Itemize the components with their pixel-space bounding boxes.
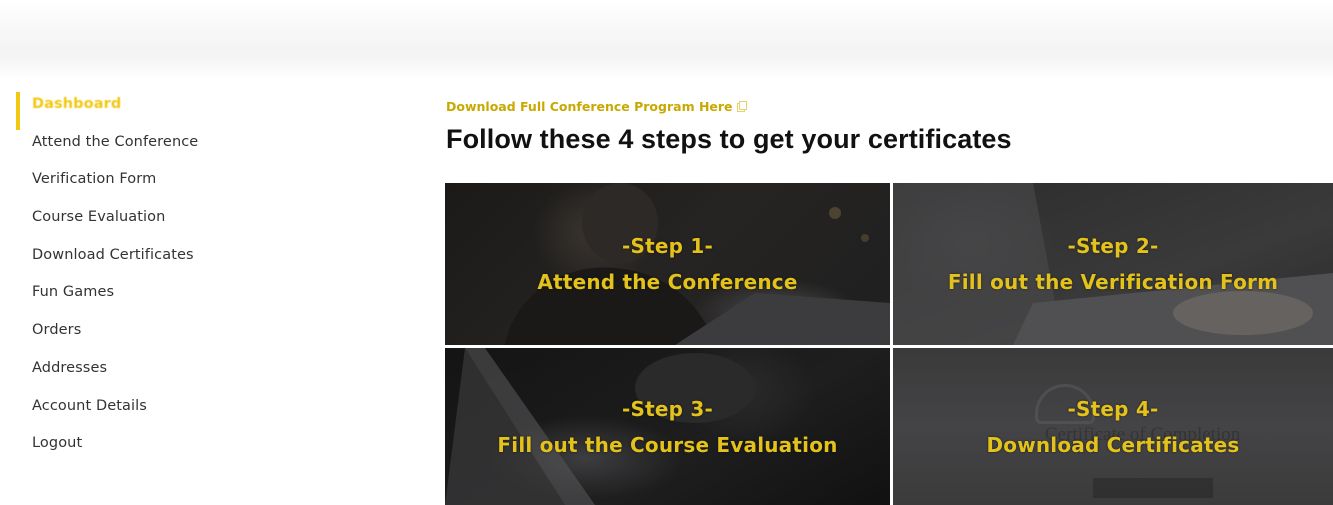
sidebar-item-label: Attend the Conference xyxy=(32,133,199,150)
sidebar-item-label: Download Certificates xyxy=(32,246,194,263)
main-content: Download Full Conference Program Here Fo… xyxy=(446,96,1012,155)
sidebar-item-addresses[interactable]: Addresses xyxy=(16,356,246,394)
sidebar-item-label: Logout xyxy=(32,435,83,452)
steps-grid: -Step 1- Attend the Conference -Step 2- … xyxy=(445,183,1333,505)
sidebar-item-label: Verification Form xyxy=(32,171,157,188)
step-4-label: -Step 4- xyxy=(1067,396,1159,421)
step-1-tile[interactable]: -Step 1- Attend the Conference xyxy=(445,183,890,345)
sidebar-item-label: Addresses xyxy=(32,359,108,376)
header-band xyxy=(0,0,1333,80)
certificate-photo: Certificate of Completion xyxy=(963,366,1283,498)
sidebar-item-label: Orders xyxy=(32,322,82,339)
person-laptop-photo xyxy=(505,183,890,345)
sidebar-item-logout[interactable]: Logout xyxy=(16,431,246,469)
step-4-text: Download Certificates xyxy=(986,432,1240,457)
sidebar-item-label: Account Details xyxy=(32,397,147,414)
sidebar-item-verification-form[interactable]: Verification Form xyxy=(16,167,246,205)
step-3-text: Fill out the Course Evaluation xyxy=(497,432,838,457)
step-3-tile[interactable]: -Step 3- Fill out the Course Evaluation xyxy=(445,348,890,505)
step-2-label: -Step 2- xyxy=(1067,234,1159,258)
sidebar-item-orders[interactable]: Orders xyxy=(16,318,246,356)
step-1-text: Attend the Conference xyxy=(537,270,798,294)
step-2-text: Fill out the Verification Form xyxy=(947,270,1279,294)
external-link-icon xyxy=(736,100,747,115)
sidebar-item-label: Fun Games xyxy=(32,284,115,301)
step-3-label: -Step 3- xyxy=(622,396,713,421)
sidebar-item-label: Course Evaluation xyxy=(32,209,166,226)
step-2-tile[interactable]: -Step 2- Fill out the Verification Form xyxy=(893,183,1333,345)
sidebar-item-course-evaluation[interactable]: Course Evaluation xyxy=(16,205,246,243)
sidebar-item-dashboard[interactable]: Dashboard xyxy=(16,92,246,130)
download-program-link[interactable]: Download Full Conference Program Here xyxy=(446,99,747,115)
step-4-tile[interactable]: Certificate of Completion -Step 4- Downl… xyxy=(893,348,1333,505)
sidebar-item-account-details[interactable]: Account Details xyxy=(16,394,246,432)
page-title: Follow these 4 steps to get your certifi… xyxy=(446,124,1012,154)
sidebar-item-label: Dashboard xyxy=(32,96,122,112)
sidebar-item-attend-conference[interactable]: Attend the Conference xyxy=(16,130,246,168)
step-1-label: -Step 1- xyxy=(622,234,713,258)
download-program-label: Download Full Conference Program Here xyxy=(446,99,733,114)
sidebar-item-fun-games[interactable]: Fun Games xyxy=(16,280,246,318)
account-sidebar: Dashboard Attend the Conference Verifica… xyxy=(16,92,246,469)
certificate-bar xyxy=(1093,478,1213,498)
sidebar-item-download-certificates[interactable]: Download Certificates xyxy=(16,243,246,281)
laptop-photo xyxy=(445,348,755,505)
typing-hands-photo xyxy=(893,183,1333,345)
